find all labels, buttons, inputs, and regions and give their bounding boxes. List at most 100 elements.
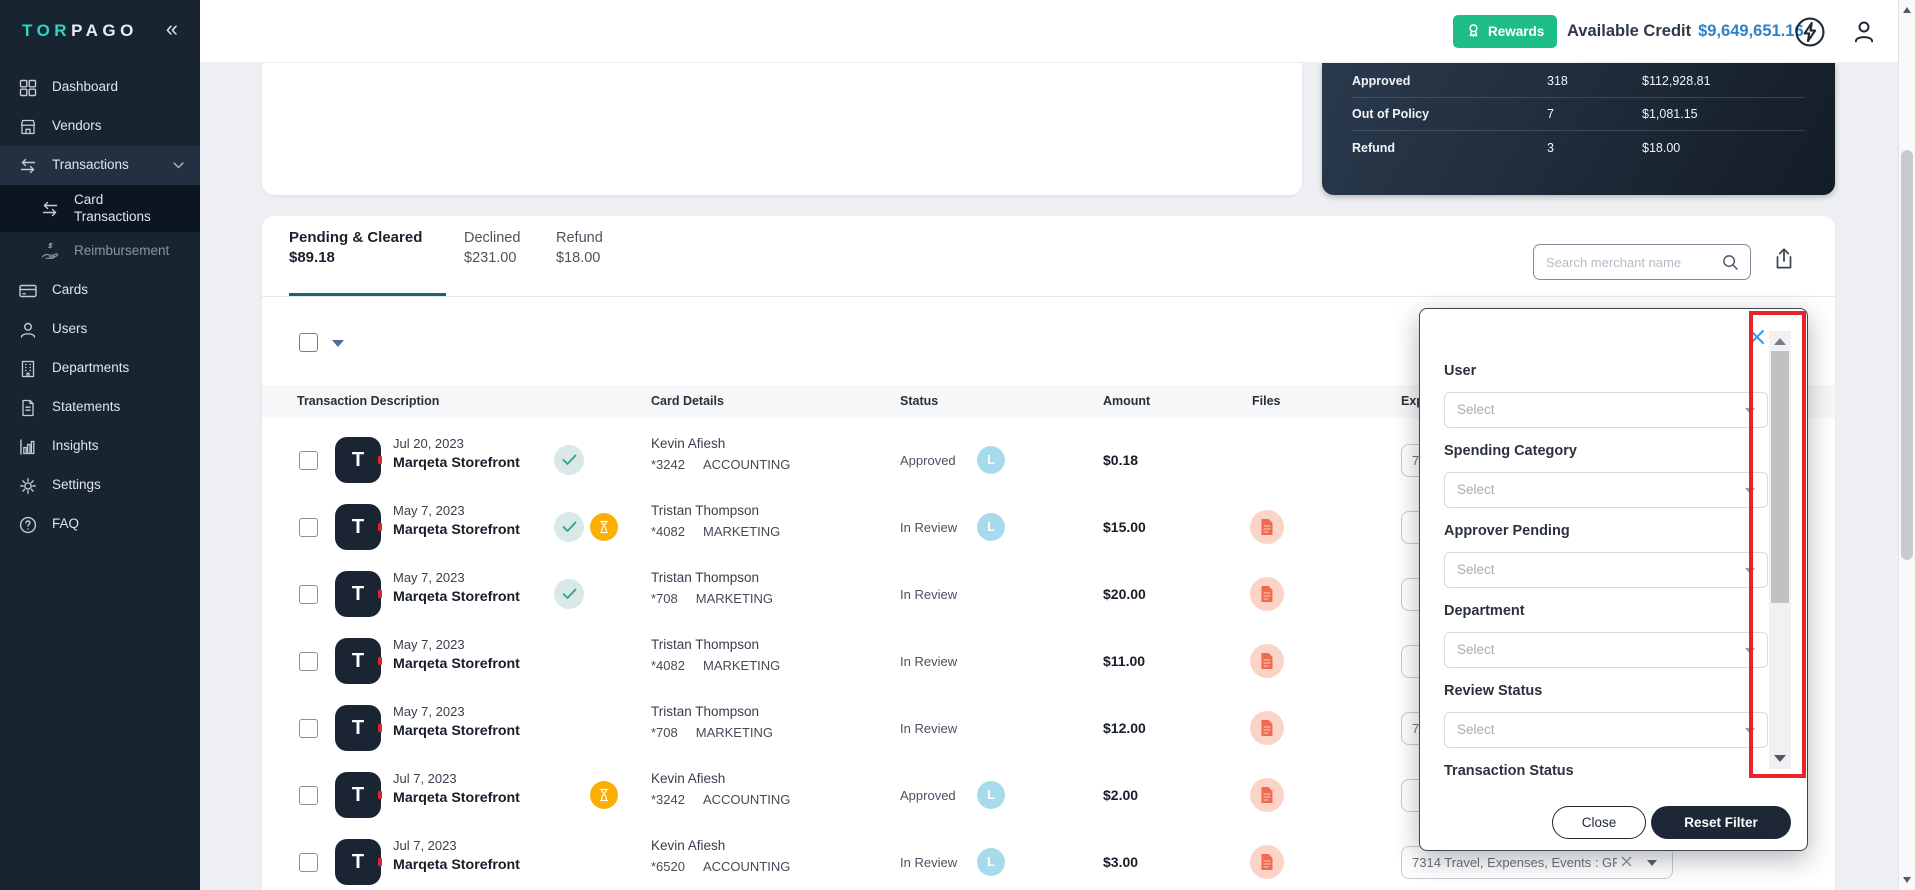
- reimbursement-icon: [40, 242, 60, 262]
- insights-icon: [18, 437, 38, 457]
- panel-scrollbar[interactable]: [1769, 331, 1791, 769]
- status-badge: L: [977, 848, 1005, 876]
- receipt-file-icon[interactable]: [1250, 644, 1284, 678]
- filter-field-spending-category: Spending Category Select: [1444, 443, 1768, 523]
- merchant-avatar: T: [335, 705, 382, 751]
- department-label: ACCOUNTING: [702, 457, 791, 472]
- window-scrollbar[interactable]: [1898, 0, 1915, 890]
- sidebar-item-users[interactable]: Users: [0, 310, 200, 349]
- tab-refund[interactable]: Refund $18.00: [556, 228, 603, 268]
- flash-icon[interactable]: [1792, 14, 1828, 50]
- filter-field-select[interactable]: Select: [1444, 712, 1768, 748]
- scroll-down-icon[interactable]: [1903, 877, 1911, 883]
- row-checkbox[interactable]: [299, 719, 318, 738]
- rewards-button[interactable]: Rewards: [1453, 15, 1558, 48]
- sidebar-item-transactions[interactable]: Transactions: [0, 146, 200, 185]
- merchant-avatar: T: [335, 437, 382, 483]
- avatar-notch: [378, 724, 382, 732]
- col-transaction-description: Transaction Description: [297, 394, 440, 408]
- sidebar-item-reimbursement[interactable]: Reimbursement: [0, 232, 200, 271]
- faq-icon: [18, 515, 38, 535]
- sidebar-item-insights[interactable]: Insights: [0, 427, 200, 466]
- status-text: In Review: [900, 855, 958, 870]
- row-checkbox[interactable]: [299, 853, 318, 872]
- receipt-file-icon[interactable]: [1250, 577, 1284, 611]
- department-label: MARKETING: [702, 658, 781, 673]
- receipt-file-icon[interactable]: [1250, 845, 1284, 879]
- sidebar-item-card-transactions[interactable]: Card Transactions: [0, 185, 200, 232]
- close-button[interactable]: Close: [1552, 806, 1646, 839]
- remove-tag-icon[interactable]: [1621, 854, 1632, 872]
- receipt-file-icon[interactable]: [1250, 510, 1284, 544]
- chevron-down-icon: [1647, 860, 1657, 866]
- receipt-file-icon[interactable]: [1250, 778, 1284, 812]
- rewards-label: Rewards: [1488, 24, 1545, 39]
- select-all-caret-icon[interactable]: [332, 340, 344, 347]
- sidebar-item-vendors[interactable]: Vendors: [0, 107, 200, 146]
- scroll-down-icon[interactable]: [1774, 755, 1786, 762]
- cardholder-name: Tristan Thompson: [651, 637, 760, 652]
- export-button[interactable]: [1770, 246, 1798, 274]
- transaction-date: May 7, 2023: [393, 637, 465, 652]
- transaction-date: Jul 20, 2023: [393, 436, 464, 451]
- sidebar-item-settings[interactable]: Settings: [0, 466, 200, 505]
- sidebar-collapse-icon[interactable]: «: [166, 16, 178, 42]
- row-checkbox[interactable]: [299, 786, 318, 805]
- filter-field-label: Department: [1444, 603, 1525, 619]
- status-text: In Review: [900, 654, 958, 669]
- select-all-checkbox[interactable]: [299, 333, 318, 352]
- sidebar-nav: Dashboard Vendors Transactions Card Tran…: [0, 62, 200, 544]
- merchant-name: Marqeta Storefront: [393, 522, 520, 538]
- reset-filter-button[interactable]: Reset Filter: [1651, 806, 1791, 839]
- card-number: *6520: [651, 859, 685, 874]
- filter-field-select[interactable]: Select: [1444, 552, 1768, 588]
- available-credit: Available Credit $9,649,651.16: [1567, 0, 1804, 63]
- col-amount: Amount: [1103, 394, 1151, 408]
- scroll-up-icon[interactable]: [1903, 7, 1911, 13]
- row-checkbox[interactable]: [299, 652, 318, 671]
- summary-row: Approved 318 $112,928.81: [1352, 65, 1805, 98]
- summary-row: Refund 3 $18.00: [1352, 140, 1681, 155]
- filter-field-select[interactable]: Select: [1444, 472, 1768, 508]
- profile-icon[interactable]: [1846, 14, 1882, 50]
- card-number: *4082: [651, 524, 685, 539]
- statements-icon: [18, 398, 38, 418]
- merchant-avatar: T: [335, 839, 382, 885]
- summary-row: Out of Policy 7 $1,081.15: [1352, 98, 1805, 131]
- logo-text-primary: TOR: [22, 21, 72, 40]
- sidebar-item-departments[interactable]: Departments: [0, 349, 200, 388]
- sidebar-item-faq[interactable]: FAQ: [0, 505, 200, 544]
- settings-icon: [18, 476, 38, 496]
- filter-field-select[interactable]: Select: [1444, 392, 1768, 428]
- row-checkbox[interactable]: [299, 585, 318, 604]
- row-checkbox[interactable]: [299, 518, 318, 537]
- status-text: Approved: [900, 453, 956, 468]
- search-input[interactable]: [1546, 245, 1712, 279]
- merchant-name: Marqeta Storefront: [393, 723, 520, 739]
- close-icon[interactable]: [1749, 329, 1765, 345]
- tab-pending-cleared[interactable]: Pending & Cleared $89.18: [289, 228, 446, 268]
- row-checkbox[interactable]: [299, 451, 318, 470]
- sidebar-item-cards[interactable]: Cards: [0, 271, 200, 310]
- sidebar-item-dashboard[interactable]: Dashboard: [0, 68, 200, 107]
- avatar-notch: [378, 523, 382, 531]
- col-files: Files: [1252, 394, 1281, 408]
- vendors-icon: [18, 117, 38, 137]
- search-icon[interactable]: [1721, 253, 1740, 277]
- search-box: [1533, 244, 1751, 280]
- scroll-up-icon[interactable]: [1774, 338, 1786, 345]
- sidebar-item-statements[interactable]: Statements: [0, 388, 200, 427]
- status-badge: L: [977, 513, 1005, 541]
- transaction-date: Jul 7, 2023: [393, 771, 457, 786]
- panel-scrollbar-thumb[interactable]: [1771, 351, 1789, 603]
- tab-declined[interactable]: Declined $231.00: [464, 228, 522, 268]
- filter-field-review-status: Review Status Select: [1444, 683, 1768, 763]
- department-label: ACCOUNTING: [702, 792, 791, 807]
- filter-panel: User Select Spending Category Select App…: [1419, 308, 1808, 851]
- filter-field-select[interactable]: Select: [1444, 632, 1768, 668]
- receipt-file-icon[interactable]: [1250, 711, 1284, 745]
- topbar: Rewards Available Credit $9,649,651.16: [200, 0, 1915, 63]
- window-scrollbar-thumb[interactable]: [1901, 150, 1913, 560]
- users-icon: [18, 320, 38, 340]
- card-number: *3242: [651, 792, 685, 807]
